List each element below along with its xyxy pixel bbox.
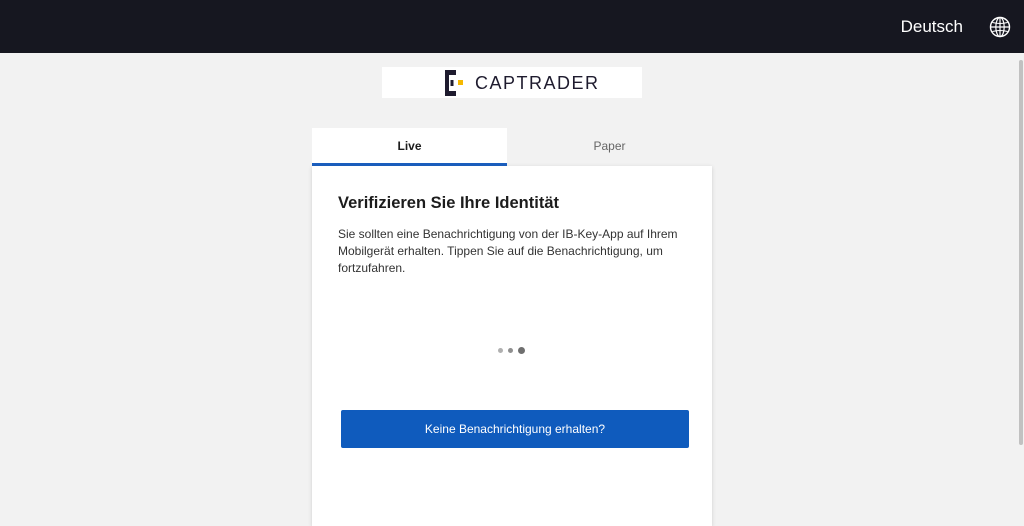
no-notification-button[interactable]: Keine Benachrichtigung erhalten? — [341, 410, 689, 448]
verification-card: Verifizieren Sie Ihre Identität Sie soll… — [312, 166, 712, 526]
top-bar: Deutsch — [0, 0, 1024, 53]
loader-dot — [498, 348, 503, 353]
loader-dot — [518, 347, 525, 354]
brand-name: CAPTRADER — [475, 73, 600, 93]
tab-live[interactable]: Live — [312, 128, 507, 166]
loader-dot — [508, 348, 513, 353]
brand-logo: CAPTRADER — [382, 67, 642, 98]
tab-paper[interactable]: Paper — [507, 128, 712, 166]
account-type-tabs: Live Paper — [312, 128, 712, 166]
captrader-logo-icon — [445, 70, 463, 96]
language-selector[interactable]: Deutsch — [901, 16, 963, 38]
globe-icon[interactable] — [989, 16, 1011, 38]
card-message: Sie sollten eine Benachrichtigung von de… — [338, 227, 678, 275]
scrollbar-thumb[interactable] — [1019, 60, 1023, 445]
card-title: Verifizieren Sie Ihre Identität — [338, 194, 559, 212]
loading-indicator — [498, 346, 538, 354]
